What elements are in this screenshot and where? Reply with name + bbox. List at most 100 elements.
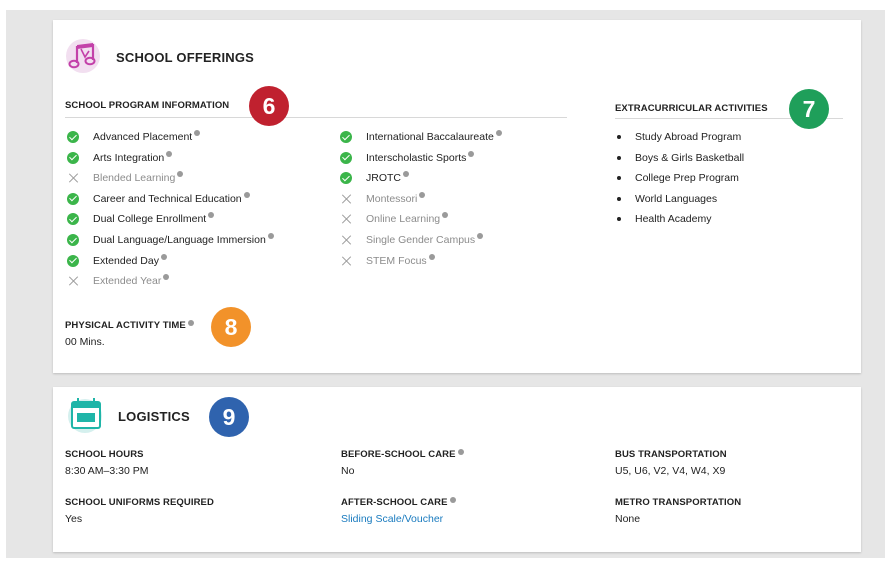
- school-hours-value: 8:30 AM–3:30 PM: [65, 465, 149, 477]
- extracurricular-item-label: College Prep Program: [635, 172, 739, 185]
- program-item-label: Dual College Enrollment: [93, 212, 215, 226]
- program-item-label: Career and Technical Education: [93, 191, 250, 206]
- info-icon[interactable]: [208, 212, 215, 219]
- x-icon: [340, 213, 352, 225]
- physical-activity-value: 00 Mins.: [65, 336, 105, 348]
- section-title: SCHOOL OFFERINGS: [116, 50, 255, 65]
- program-item-text: Dual Language/Language Immersion: [93, 234, 266, 246]
- program-item-text: STEM Focus: [366, 254, 427, 267]
- bullet-icon: [617, 217, 621, 222]
- info-icon[interactable]: [477, 233, 484, 239]
- program-item-label: Advanced Placement: [93, 130, 201, 144]
- program-item-text: Blended Learning: [93, 172, 176, 185]
- program-item-text: Arts Integration: [93, 151, 165, 164]
- info-icon[interactable]: [449, 497, 456, 503]
- bullet-icon: [617, 176, 621, 181]
- program-item-text: Single Gender Campus: [366, 234, 476, 246]
- check-circle-icon: [67, 254, 79, 267]
- extracurricular-item-label: Boys & Girls Basketball: [635, 151, 745, 164]
- bullet-icon: [617, 135, 621, 139]
- info-icon[interactable]: [468, 150, 475, 157]
- callout-badge-6: 6: [249, 86, 289, 126]
- bullet-icon: [617, 155, 621, 160]
- program-item-text: JROTC: [366, 172, 401, 185]
- callout-badge-9: 9: [209, 397, 249, 437]
- x-icon: [340, 255, 352, 267]
- school-hours-label: SCHOOL HOURS: [65, 449, 144, 460]
- check-circle-icon: [67, 192, 79, 205]
- info-icon[interactable]: [419, 191, 426, 198]
- x-icon: [340, 234, 352, 246]
- extracurricular-item-label: Health Academy: [635, 213, 712, 226]
- info-icon[interactable]: [187, 320, 194, 326]
- program-item-text: Dual College Enrollment: [93, 213, 207, 226]
- program-item-label: Single Gender Campus: [366, 233, 484, 247]
- info-icon[interactable]: [428, 253, 435, 260]
- program-item-label: Dual Language/Language Immersion: [93, 233, 274, 247]
- after-care-label: AFTER-SCHOOL CARE: [341, 497, 448, 508]
- uniforms-value: Yes: [65, 513, 83, 525]
- uniforms-label: SCHOOL UNIFORMS REQUIRED: [65, 497, 214, 508]
- program-item-label: Montessori: [366, 191, 426, 206]
- extracurricular-item-label: Study Abroad Program: [635, 131, 742, 143]
- program-item-label: International Baccalaureate: [366, 130, 502, 144]
- program-item-text: Career and Technical Education: [93, 192, 242, 205]
- school-offerings-card: SCHOOL OFFERINGS SCHOOL PROGRAM INFORMAT…: [53, 20, 861, 373]
- bus-label: BUS TRANSPORTATION: [615, 449, 727, 460]
- logistics-card: LOGISTICS 9 SCHOOL HOURS 8:30 AM–3:30 PM…: [53, 387, 861, 552]
- extracurricular-item-label: World Languages: [635, 192, 718, 205]
- after-care-link[interactable]: Sliding Scale/Voucher: [341, 513, 443, 525]
- physical-activity-label: PHYSICAL ACTIVITY TIME: [65, 320, 186, 331]
- info-icon[interactable]: [160, 253, 167, 260]
- program-item-text: Online Learning: [366, 213, 441, 226]
- program-item-label: Blended Learning: [93, 171, 184, 185]
- metro-value: None: [615, 513, 641, 525]
- check-circle-icon: [340, 131, 352, 143]
- calendar-icon: [67, 394, 105, 434]
- x-icon: [340, 193, 352, 205]
- info-icon[interactable]: [442, 212, 449, 219]
- bullet-icon: [617, 196, 621, 201]
- metro-label: METRO TRANSPORTATION: [615, 497, 742, 508]
- physical-activity-title: PHYSICAL ACTIVITY TIME: [65, 320, 194, 331]
- before-care-label: BEFORE-SCHOOL CARE: [341, 449, 456, 460]
- info-icon[interactable]: [403, 171, 409, 178]
- program-item-text: Advanced Placement: [93, 131, 193, 143]
- music-notes-icon: [63, 35, 105, 77]
- check-circle-icon: [67, 213, 79, 226]
- info-icon[interactable]: [166, 150, 173, 157]
- program-item-label: Online Learning: [366, 212, 449, 226]
- info-icon[interactable]: [163, 274, 170, 281]
- callout-badge-7: 7: [789, 89, 829, 129]
- before-care-title: BEFORE-SCHOOL CARE: [341, 449, 464, 460]
- after-care-title: AFTER-SCHOOL CARE: [341, 497, 456, 508]
- info-icon[interactable]: [194, 130, 201, 136]
- program-item-label: Extended Day: [93, 253, 167, 268]
- check-circle-icon: [67, 131, 79, 143]
- before-care-value: No: [341, 465, 355, 477]
- info-icon[interactable]: [457, 449, 464, 455]
- program-info-title: SCHOOL PROGRAM INFORMATION: [65, 100, 230, 111]
- divider: [65, 117, 567, 118]
- bus-value: U5, U6, V2, V4, W4, X9: [615, 465, 726, 477]
- program-item-label: STEM Focus: [366, 253, 435, 268]
- info-icon[interactable]: [177, 171, 184, 178]
- program-item-label: Arts Integration: [93, 150, 173, 165]
- program-item-text: Montessori: [366, 192, 418, 205]
- check-circle-icon: [340, 151, 352, 164]
- info-icon[interactable]: [267, 233, 274, 239]
- extracurricular-title: EXTRACURRICULAR ACTIVITIES: [615, 103, 768, 114]
- callout-badge-8: 8: [211, 307, 251, 347]
- info-icon[interactable]: [495, 130, 502, 136]
- program-item-text: Interscholastic Sports: [366, 151, 467, 164]
- program-item-text: International Baccalaureate: [366, 131, 494, 143]
- check-circle-icon: [67, 234, 79, 246]
- info-icon[interactable]: [243, 191, 250, 198]
- page-frame: SCHOOL OFFERINGS SCHOOL PROGRAM INFORMAT…: [6, 10, 885, 558]
- program-item-label: Extended Year: [93, 274, 170, 288]
- program-item-text: Extended Year: [93, 275, 162, 288]
- program-item-text: Extended Day: [93, 254, 159, 267]
- x-icon: [67, 172, 79, 184]
- section-title: LOGISTICS: [118, 409, 190, 424]
- x-icon: [67, 275, 79, 287]
